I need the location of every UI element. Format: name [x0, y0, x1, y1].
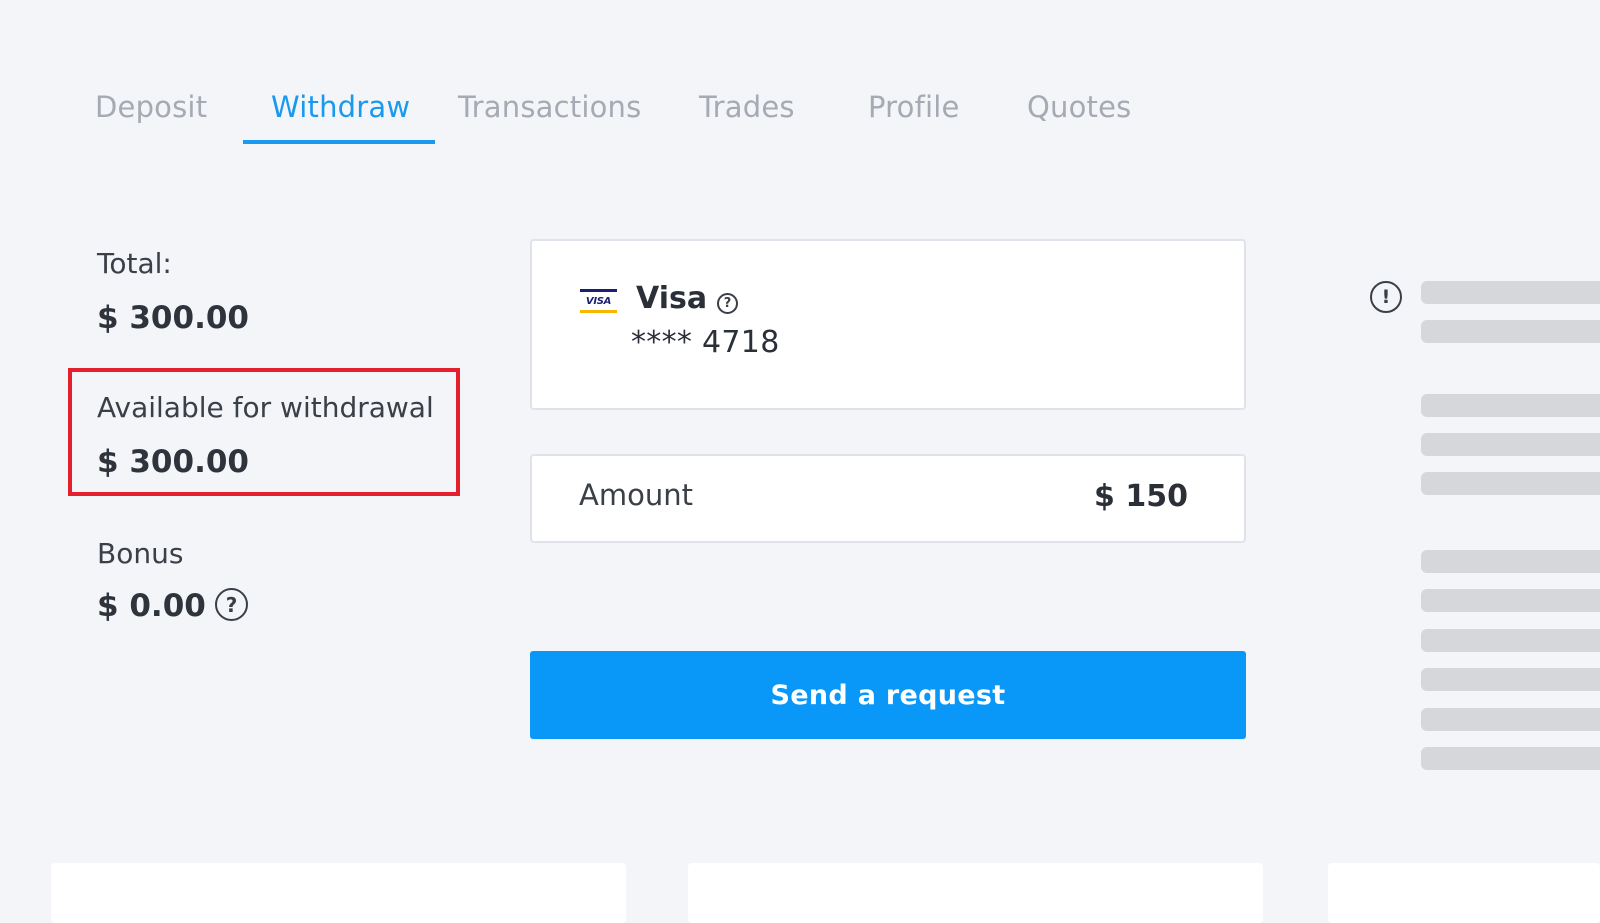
amount-value[interactable]: $ 150 — [1094, 479, 1188, 514]
bonus-label: Bonus — [97, 537, 184, 570]
bonus-help-icon[interactable]: ? — [215, 588, 248, 621]
tab-deposit[interactable]: Deposit — [95, 90, 207, 124]
skeleton-line — [1421, 281, 1600, 304]
skeleton-line — [1421, 320, 1600, 343]
total-value: $ 300.00 — [97, 300, 249, 336]
skeleton-line — [1421, 433, 1600, 456]
card-title: Visa — [636, 281, 708, 316]
tab-trades[interactable]: Trades — [699, 90, 795, 124]
available-label: Available for withdrawal — [97, 391, 434, 424]
skeleton-line — [1421, 747, 1600, 770]
tab-bar: Deposit Withdraw Transactions Trades Pro… — [0, 80, 1200, 150]
bottom-card — [1328, 863, 1600, 923]
amount-field[interactable]: Amount $ 150 — [530, 454, 1246, 543]
card-number: **** 4718 — [631, 325, 780, 360]
tab-transactions[interactable]: Transactions — [458, 90, 641, 124]
bonus-value: $ 0.00 — [97, 588, 206, 624]
skeleton-line — [1421, 708, 1600, 731]
card-help-icon[interactable]: ? — [717, 293, 738, 314]
bottom-card — [51, 863, 626, 923]
amount-label: Amount — [579, 478, 693, 512]
tab-quotes[interactable]: Quotes — [1027, 90, 1131, 124]
skeleton-line — [1421, 550, 1600, 573]
visa-logo-icon: VISA — [580, 289, 617, 313]
tab-withdraw[interactable]: Withdraw — [271, 90, 410, 124]
active-tab-indicator — [243, 140, 435, 144]
available-value: $ 300.00 — [97, 444, 249, 480]
skeleton-line — [1421, 668, 1600, 691]
bottom-card — [688, 863, 1263, 923]
info-icon: ! — [1370, 281, 1402, 313]
skeleton-line — [1421, 472, 1600, 495]
skeleton-line — [1421, 589, 1600, 612]
skeleton-line — [1421, 629, 1600, 652]
skeleton-line — [1421, 394, 1600, 417]
tab-profile[interactable]: Profile — [868, 90, 960, 124]
payment-method-card[interactable]: VISA Visa ? **** 4718 — [530, 239, 1246, 410]
total-label: Total: — [97, 247, 172, 280]
send-request-button[interactable]: Send a request — [530, 651, 1246, 739]
